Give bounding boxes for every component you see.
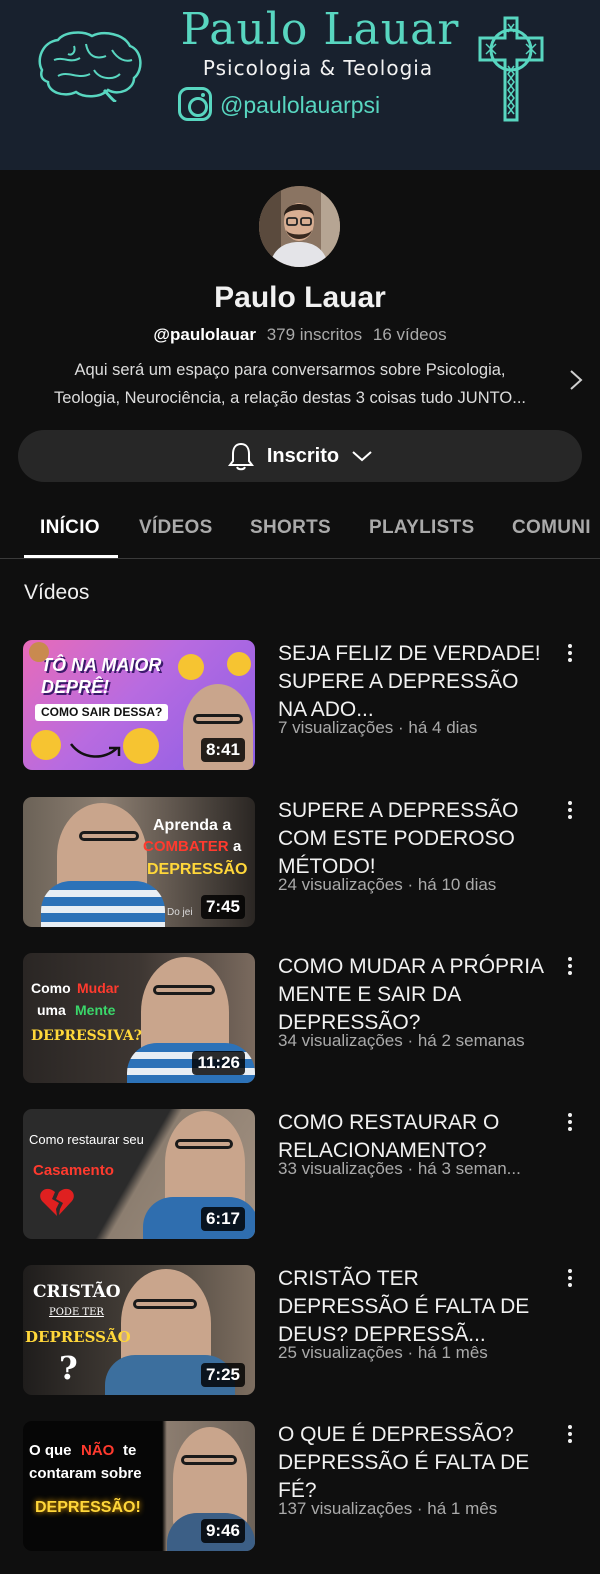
celtic-cross-icon — [478, 16, 544, 122]
video-thumbnail[interactable]: CRISTÃO PODE TER DEPRESSÃO ? 7:25 — [23, 1265, 255, 1395]
channel-banner: Paulo Lauar Psicologia & Teologia @paulo… — [0, 0, 600, 170]
video-title[interactable]: SUPERE A DEPRESSÃO COM ESTE PODEROSO MÉT… — [278, 797, 548, 881]
channel-tabs: INÍCIO VÍDEOS SHORTS PLAYLISTS COMUNI — [0, 498, 600, 559]
video-title[interactable]: SEJA FELIZ DE VERDADE! SUPERE A DEPRESSÃ… — [278, 640, 548, 724]
thumbnail-text: PODE TER — [49, 1307, 104, 1318]
thumbnail-text: te — [123, 1442, 137, 1459]
tab-playlists[interactable]: PLAYLISTS — [369, 498, 474, 558]
thumbnail-text: uma — [37, 1002, 66, 1018]
video-count: 16 vídeos — [372, 325, 447, 344]
thumbnail-text: DEPRÊ! — [41, 677, 110, 697]
video-thumbnail[interactable]: Como restaurar seu Casamento 6:17 — [23, 1109, 255, 1239]
bell-icon — [227, 442, 254, 471]
shocked-emoji-icon — [227, 652, 251, 676]
thumbnail-text: DEPRESSIVA? — [31, 1028, 142, 1044]
more-options-icon[interactable] — [566, 644, 574, 664]
thumbnail-text: ? — [59, 1349, 78, 1387]
thumbnail-text: Casamento — [33, 1162, 114, 1179]
thumbnail-text: Como — [31, 980, 71, 996]
tab-videos[interactable]: VÍDEOS — [139, 498, 213, 558]
chevron-down-icon — [352, 451, 372, 462]
chevron-right-icon[interactable] — [566, 368, 586, 392]
video-duration: 6:17 — [200, 1207, 245, 1231]
striped-shirt — [41, 881, 165, 927]
video-title[interactable]: COMO MUDAR A PRÓPRIA MENTE E SAIR DA DEP… — [278, 953, 548, 1037]
more-options-icon[interactable] — [566, 1113, 574, 1133]
thumbnail-text: a — [233, 838, 242, 855]
thumbnail-text: CRISTÃO — [33, 1282, 121, 1302]
description-line: Aqui será um espaço para conversarmos so… — [74, 361, 506, 379]
channel-description[interactable]: Aqui será um espaço para conversarmos so… — [20, 356, 560, 412]
video-meta: 25 visualizações · há 1 mês — [278, 1343, 488, 1362]
thumbnail-text: Do jei — [167, 907, 193, 918]
video-item[interactable]: Como restaurar seu Casamento 6:17 COMO R… — [0, 1109, 600, 1241]
tab-inicio[interactable]: INÍCIO — [24, 498, 118, 558]
banner-instagram-handle: @paulolauarpsi — [220, 92, 381, 118]
subscriber-count: 379 inscritos — [266, 325, 363, 344]
thumbnail-text: Mente — [75, 1002, 116, 1018]
thumbnail-text: COMO SAIR DESSA? — [35, 704, 169, 722]
video-thumbnail[interactable]: TÔ NA MAIOR DEPRÊ! COMO SAIR DESSA? 8:41 — [23, 640, 255, 770]
video-item[interactable]: TÔ NA MAIOR DEPRÊ! COMO SAIR DESSA? 8:41… — [0, 640, 600, 772]
video-meta: 24 visualizações · há 10 dias — [278, 875, 497, 894]
more-options-icon[interactable] — [566, 1269, 574, 1289]
video-meta: 34 visualizações · há 2 semanas — [278, 1031, 525, 1050]
thumbnail-text: DEPRESSÃO — [147, 861, 248, 878]
subscribed-label: Inscrito — [266, 444, 340, 467]
surprised-emoji-icon — [178, 654, 204, 680]
thumbnail-text: Mudar — [77, 980, 119, 996]
video-title[interactable]: O QUE É DEPRESSÃO? DEPRESSÃO É FALTA DE … — [278, 1421, 548, 1505]
video-item[interactable]: O que NÃO te contaram sobre DEPRESSÃO! 9… — [0, 1421, 600, 1553]
video-thumbnail[interactable]: O que NÃO te contaram sobre DEPRESSÃO! 9… — [23, 1421, 255, 1551]
thumbnail-text: Como restaurar seu — [29, 1132, 144, 1147]
video-thumbnail[interactable]: Como Mudar uma Mente DEPRESSIVA? 11:26 — [23, 953, 255, 1083]
glasses-shape — [181, 1455, 237, 1465]
cool-emoji-icon — [123, 728, 159, 764]
video-title[interactable]: COMO RESTAURAR O RELACIONAMENTO? — [278, 1109, 548, 1165]
arrow-icon — [70, 743, 121, 758]
description-line: Teologia, Neurociência, a relação destas… — [53, 389, 527, 407]
tab-shorts[interactable]: SHORTS — [250, 498, 331, 558]
channel-avatar[interactable] — [259, 186, 340, 267]
glasses-shape — [175, 1139, 233, 1149]
video-duration: 7:25 — [200, 1363, 245, 1387]
video-meta: 137 visualizações · há 1 mês — [278, 1499, 498, 1518]
glasses-shape — [79, 831, 139, 841]
subscribed-button[interactable]: Inscrito — [18, 430, 582, 482]
more-options-icon[interactable] — [566, 801, 574, 821]
thumbnail-text: Aprenda a — [153, 817, 232, 834]
crying-emoji-icon — [31, 730, 61, 760]
thumbnail-text: DEPRESSÃO! — [35, 1499, 141, 1516]
thumbnail-text: O que — [29, 1442, 72, 1459]
video-duration: 9:46 — [200, 1519, 245, 1543]
more-options-icon[interactable] — [566, 957, 574, 977]
channel-stats: @paulolauar 379 inscritos 16 vídeos — [0, 325, 600, 345]
video-item[interactable]: Como Mudar uma Mente DEPRESSIVA? 11:26 C… — [0, 953, 600, 1085]
thumbnail-text: DEPRESSÃO — [25, 1328, 131, 1346]
cookie-emoji-icon — [29, 642, 49, 662]
broken-heart-icon — [40, 1188, 74, 1216]
instagram-icon — [178, 87, 212, 121]
video-meta: 7 visualizações · há 4 dias — [278, 718, 478, 737]
video-title[interactable]: CRISTÃO TER DEPRESSÃO É FALTA DE DEUS? D… — [278, 1265, 548, 1349]
more-options-icon[interactable] — [566, 1425, 574, 1445]
video-duration: 7:45 — [200, 895, 245, 919]
video-duration: 8:41 — [200, 738, 245, 762]
channel-name: Paulo Lauar — [214, 281, 386, 314]
tab-community[interactable]: COMUNI — [512, 498, 591, 558]
glasses-shape — [153, 985, 215, 995]
thumbnail-text: TÔ NA MAIOR — [41, 655, 162, 675]
video-meta: 33 visualizações · há 3 seman... — [278, 1159, 521, 1178]
glasses-shape — [193, 714, 243, 724]
video-item[interactable]: CRISTÃO PODE TER DEPRESSÃO ? 7:25 CRISTÃ… — [0, 1265, 600, 1397]
video-duration: 11:26 — [192, 1051, 245, 1075]
thumbnail-text: COMBATER — [143, 838, 229, 855]
thumbnail-text: NÃO — [81, 1442, 115, 1459]
channel-handle: @paulolauar — [153, 325, 256, 344]
video-thumbnail[interactable]: Aprenda a COMBATER a DEPRESSÃO Do jei 7:… — [23, 797, 255, 927]
section-title: Vídeos — [24, 581, 90, 604]
video-item[interactable]: Aprenda a COMBATER a DEPRESSÃO Do jei 7:… — [0, 797, 600, 929]
glasses-shape — [133, 1299, 197, 1309]
thumbnail-text: contaram sobre — [29, 1465, 142, 1482]
